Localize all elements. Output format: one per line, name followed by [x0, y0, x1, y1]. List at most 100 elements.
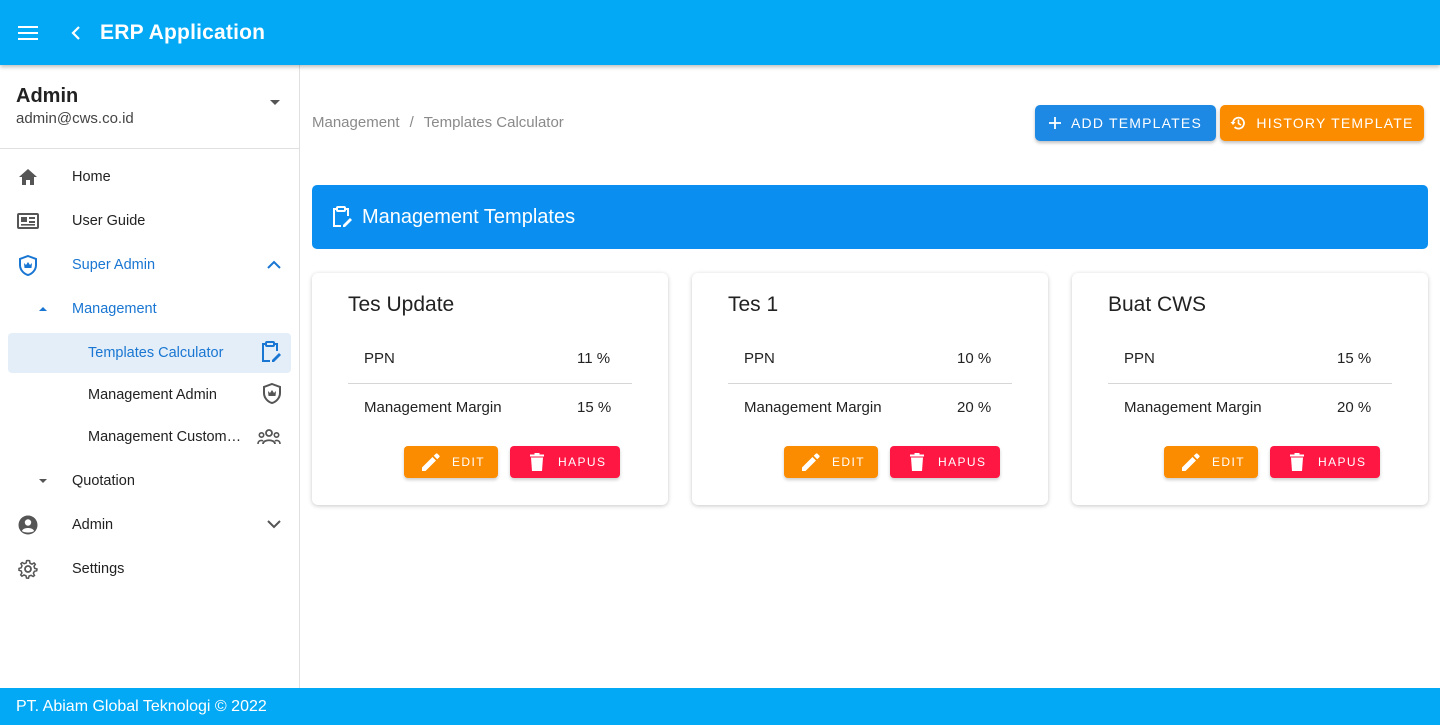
- chevron-down-icon[interactable]: [267, 520, 281, 529]
- footer-text: PT. Abiam Global Teknologi © 2022: [16, 697, 267, 715]
- margin-value: 20 %: [1337, 399, 1372, 416]
- trash-icon: [910, 453, 924, 471]
- sidebar-item-label: Management Custom…: [88, 429, 242, 445]
- user-profile[interactable]: Admin admin@cws.co.id: [0, 65, 299, 149]
- edit-button[interactable]: EDIT: [784, 446, 878, 478]
- sidebar-item-settings[interactable]: Settings: [0, 547, 299, 591]
- sidebar-item-label: User Guide: [72, 213, 146, 229]
- template-row-ppn: PPN 11 %: [348, 336, 632, 384]
- delete-button[interactable]: HAPUS: [510, 446, 620, 478]
- caret-up-icon: [39, 307, 47, 311]
- section-header: Management Templates: [312, 185, 1428, 249]
- template-title: Tes 1: [728, 293, 779, 316]
- sidebar-item-label: Management Admin: [88, 387, 217, 403]
- pencil-icon: [422, 453, 440, 471]
- template-row-margin: Management Margin 15 %: [348, 385, 632, 433]
- breadcrumb-current: Templates Calculator: [423, 114, 564, 131]
- caret-down-icon: [39, 479, 47, 483]
- app-bar: ERP Application: [0, 0, 1440, 65]
- chevron-up-icon[interactable]: [267, 260, 281, 269]
- ppn-value: 15 %: [1337, 350, 1372, 367]
- plus-icon: [1049, 117, 1061, 129]
- edit-label: EDIT: [832, 455, 865, 469]
- sidebar-item-management-customer[interactable]: Management Custom…: [8, 417, 291, 457]
- sidebar-item-label: Settings: [72, 561, 125, 577]
- sidebar-item-label: Management: [72, 301, 157, 317]
- main-content: Management / Templates Calculator ADD TEMP…: [300, 65, 1440, 688]
- breadcrumb-separator: /: [409, 114, 414, 131]
- delete-label: HAPUS: [558, 455, 607, 469]
- clipboard-edit-icon: [333, 206, 352, 227]
- group-icon: [257, 429, 281, 445]
- margin-label: Management Margin: [364, 399, 502, 416]
- guide-icon: [17, 213, 39, 229]
- sidebar-item-super-admin[interactable]: Super Admin: [0, 243, 299, 287]
- sidebar-item-management-admin[interactable]: Management Admin: [8, 375, 291, 415]
- sidebar-item-label: Templates Calculator: [88, 345, 224, 361]
- add-templates-label: ADD TEMPLATES: [1071, 115, 1202, 131]
- add-templates-button[interactable]: ADD TEMPLATES: [1035, 105, 1216, 141]
- sidebar-item-label: Quotation: [72, 473, 135, 489]
- ppn-label: PPN: [744, 350, 775, 367]
- app-title: ERP Application: [100, 20, 266, 44]
- chevron-left-icon: [71, 25, 80, 40]
- menu-icon: [18, 25, 38, 40]
- delete-label: HAPUS: [1318, 455, 1367, 469]
- edit-button[interactable]: EDIT: [1164, 446, 1258, 478]
- margin-label: Management Margin: [1124, 399, 1262, 416]
- trash-icon: [530, 453, 544, 471]
- template-row-margin: Management Margin 20 %: [1108, 385, 1392, 433]
- ppn-label: PPN: [364, 350, 395, 367]
- template-title: Tes Update: [348, 293, 455, 316]
- sidebar-item-templates-calculator[interactable]: Templates Calculator: [8, 333, 291, 373]
- ppn-label: PPN: [1124, 350, 1155, 367]
- ppn-value: 10 %: [957, 350, 992, 367]
- clipboard-edit-icon: [262, 341, 281, 362]
- delete-button[interactable]: HAPUS: [1270, 446, 1380, 478]
- back-button[interactable]: [56, 0, 96, 65]
- edit-label: EDIT: [1212, 455, 1245, 469]
- caret-down-icon[interactable]: [269, 99, 281, 106]
- user-email: admin@cws.co.id: [16, 110, 134, 127]
- breadcrumb: Management / Templates Calculator: [312, 114, 564, 131]
- template-row-ppn: PPN 10 %: [728, 336, 1012, 384]
- template-card: Tes 1 PPN 10 % Management Margin 20 % ED…: [692, 273, 1048, 505]
- sidebar: Admin admin@cws.co.id Home User Guide Su…: [0, 65, 300, 688]
- history-template-button[interactable]: HISTORY TEMPLATE: [1220, 105, 1424, 141]
- breadcrumb-parent[interactable]: Management: [312, 114, 400, 131]
- gear-icon: [18, 559, 38, 579]
- pencil-icon: [1182, 453, 1200, 471]
- sidebar-item-admin[interactable]: Admin: [0, 503, 299, 547]
- ppn-value: 11 %: [577, 350, 611, 367]
- pencil-icon: [802, 453, 820, 471]
- sidebar-item-label: Admin: [72, 517, 114, 533]
- template-row-ppn: PPN 15 %: [1108, 336, 1392, 384]
- template-title: Buat CWS: [1108, 293, 1207, 316]
- sidebar-item-management[interactable]: Management: [0, 287, 299, 331]
- account-circle-icon: [18, 515, 38, 535]
- sidebar-item-user-guide[interactable]: User Guide: [0, 199, 299, 243]
- template-row-margin: Management Margin 20 %: [728, 385, 1012, 433]
- user-name: Admin: [16, 85, 79, 107]
- edit-button[interactable]: EDIT: [404, 446, 498, 478]
- delete-label: HAPUS: [938, 455, 987, 469]
- sidebar-item-quotation[interactable]: Quotation: [0, 459, 299, 503]
- shield-crown-icon: [19, 254, 37, 276]
- edit-label: EDIT: [452, 455, 485, 469]
- margin-label: Management Margin: [744, 399, 882, 416]
- sidebar-item-home[interactable]: Home: [0, 155, 299, 199]
- template-card: Buat CWS PPN 15 % Management Margin 20 %…: [1072, 273, 1428, 505]
- trash-icon: [1290, 453, 1304, 471]
- delete-button[interactable]: HAPUS: [890, 446, 1000, 478]
- menu-button[interactable]: [0, 0, 56, 65]
- shield-crown-icon: [263, 383, 281, 404]
- history-template-label: HISTORY TEMPLATE: [1256, 115, 1414, 131]
- margin-value: 20 %: [957, 399, 992, 416]
- sidebar-item-label: Home: [72, 169, 111, 185]
- section-title: Management Templates: [362, 205, 576, 228]
- home-icon: [19, 169, 37, 185]
- template-card: Tes Update PPN 11 % Management Margin 15…: [312, 273, 668, 505]
- history-icon: [1230, 116, 1246, 130]
- margin-value: 15 %: [577, 399, 612, 416]
- sidebar-item-label: Super Admin: [72, 257, 156, 273]
